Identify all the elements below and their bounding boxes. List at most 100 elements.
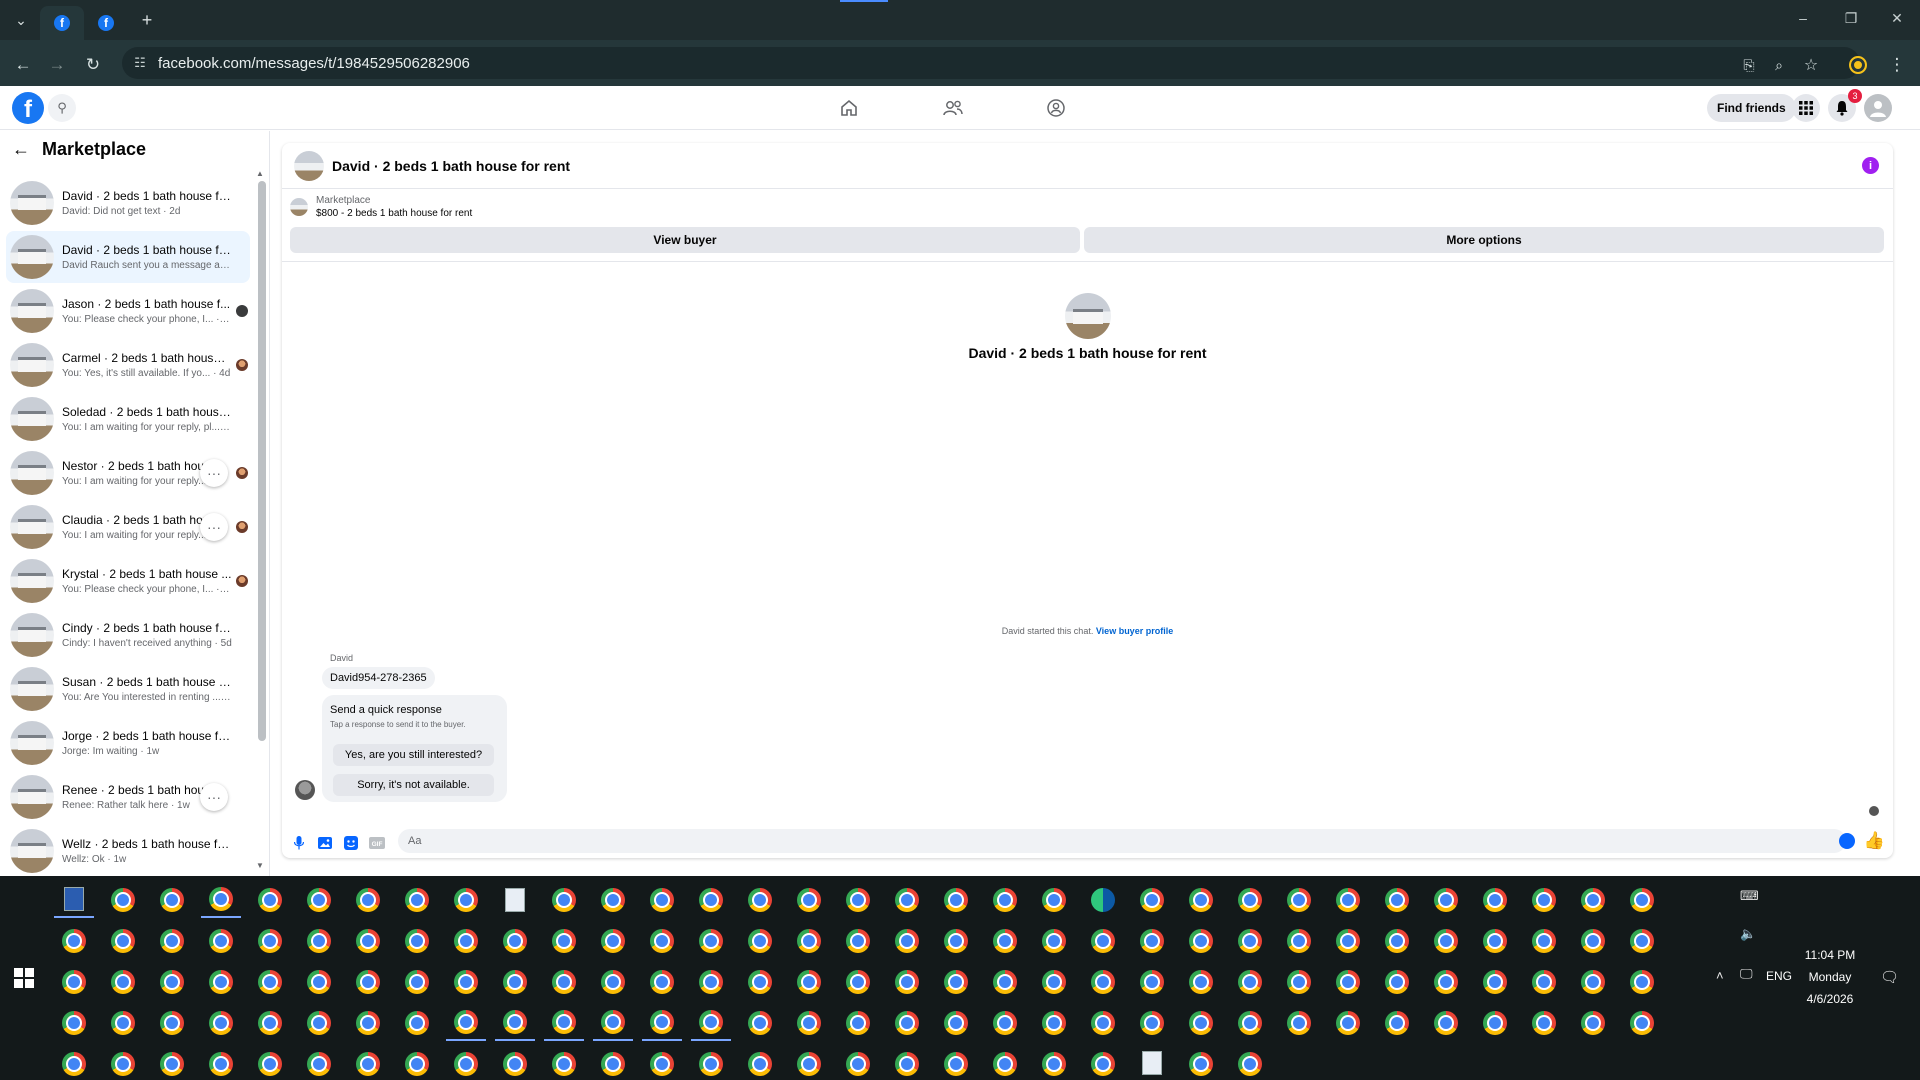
taskbar-app-button[interactable] [691,923,731,959]
emoji-icon[interactable] [1839,833,1855,849]
more-options-button[interactable]: More options [1084,227,1884,253]
taskbar-app-button[interactable] [1083,964,1123,1000]
taskbar-app-button[interactable] [1573,1005,1613,1041]
taskbar-app-button[interactable] [1083,882,1123,918]
chat-row[interactable]: Krystal · 2 beds 1 bath house ... You: Pl… [6,555,250,607]
taskbar-app-button[interactable] [1377,964,1417,1000]
taskbar-app-button[interactable] [1132,923,1172,959]
scroll-down-arrow-icon[interactable]: ▼ [256,861,264,870]
back-arrow-icon[interactable]: ← [12,139,36,160]
taskbar-app-button[interactable] [1475,964,1515,1000]
taskbar-app-button[interactable] [740,1046,780,1080]
taskbar-app-button[interactable] [887,923,927,959]
zoom-icon[interactable]: ⌕ [1766,52,1792,78]
friends-icon[interactable] [939,96,967,120]
taskbar-app-button[interactable] [1279,882,1319,918]
taskbar-app-button[interactable] [1083,1005,1123,1041]
taskbar-app-button[interactable] [593,882,633,918]
taskbar-app-button[interactable] [936,1046,976,1080]
taskbar-app-button[interactable] [1328,923,1368,959]
install-app-icon[interactable]: ⎘ [1736,52,1762,78]
taskbar-app-button[interactable] [250,1046,290,1080]
taskbar-app-button[interactable] [1426,882,1466,918]
taskbar-app-button[interactable] [103,882,143,918]
taskbar-app-button[interactable] [544,882,584,918]
taskbar-app-button[interactable] [936,1005,976,1041]
taskbar-app-button[interactable] [1475,923,1515,959]
address-url[interactable]: facebook.com/messages/t/1984529506282906 [158,55,470,72]
taskbar-app-button[interactable] [397,964,437,1000]
taskbar-app-button[interactable] [936,882,976,918]
taskbar-app-button[interactable] [495,964,535,1000]
taskbar-app-button[interactable] [789,1046,829,1080]
more-options-icon[interactable]: ··· [200,459,228,487]
taskbar-app-button[interactable] [299,923,339,959]
taskbar-app-button[interactable] [544,923,584,959]
minimize-button[interactable]: – [1788,10,1818,26]
reload-icon[interactable]: ↻ [80,52,106,78]
taskbar-app-button[interactable] [1181,923,1221,959]
taskbar-app-button[interactable] [887,964,927,1000]
taskbar-app-button[interactable] [691,1005,731,1041]
taskbar-app-button[interactable] [446,1046,486,1080]
taskbar-app-button[interactable] [1132,964,1172,1000]
taskbar-app-button[interactable] [1132,1005,1172,1041]
taskbar-app-button[interactable] [740,882,780,918]
taskbar-app-button[interactable] [397,1046,437,1080]
taskbar-app-button[interactable] [593,1005,633,1041]
taskbar-app-button[interactable] [54,964,94,1000]
restore-button[interactable]: ❐ [1836,10,1866,27]
taskbar-app-button[interactable] [1279,923,1319,959]
conversation-avatar[interactable] [294,150,324,181]
chat-row[interactable]: Jason · 2 beds 1 bath house f... You: Ple… [6,285,250,337]
taskbar-app-button[interactable] [1622,923,1662,959]
taskbar-app-button[interactable] [985,882,1025,918]
account-avatar[interactable] [1864,94,1892,122]
taskbar-app-button[interactable] [103,923,143,959]
taskbar-app-button[interactable] [1132,882,1172,918]
view-buyer-button[interactable]: View buyer [290,227,1080,253]
tab-facebook-active[interactable]: f [40,6,84,40]
taskbar-app-button[interactable] [936,923,976,959]
desktop-icon[interactable]: ⌨ [1740,888,1759,904]
taskbar-app-button[interactable] [299,964,339,1000]
chat-row[interactable]: Soledad · 2 beds 1 bath house f... You: I… [6,393,250,445]
taskbar-app-button[interactable] [446,1005,486,1041]
taskbar-app-button[interactable] [1475,882,1515,918]
taskbar-app-button[interactable] [642,1046,682,1080]
taskbar-app-button[interactable] [446,923,486,959]
find-friends-button[interactable]: Find friends [1707,94,1796,122]
tab-search-button[interactable]: ⌄ [8,8,34,32]
taskbar-app-button[interactable] [299,1005,339,1041]
profile-avatar-icon[interactable] [1849,56,1867,74]
taskbar-app-button[interactable] [446,964,486,1000]
address-bar[interactable]: ☷ facebook.com/messages/t/19845295062829… [122,47,1860,79]
taskbar-app-button[interactable] [1573,964,1613,1000]
new-tab-button[interactable]: + [134,8,160,32]
taskbar-app-button[interactable] [250,923,290,959]
taskbar-app-button[interactable] [495,882,535,918]
taskbar-app-button[interactable] [789,882,829,918]
taskbar-app-button[interactable] [1426,1005,1466,1041]
taskbar-app-button[interactable] [593,964,633,1000]
taskbar-app-button[interactable] [544,964,584,1000]
taskbar-app-button[interactable] [201,882,241,918]
quick-reply-interested-button[interactable]: Yes, are you still interested? [333,744,494,766]
taskbar-app-button[interactable] [838,964,878,1000]
sticker-icon[interactable] [342,834,360,852]
taskbar-app-button[interactable] [985,1046,1025,1080]
taskbar-app-button[interactable] [1328,1005,1368,1041]
taskbar-app-button[interactable] [642,1005,682,1041]
forward-arrow-icon[interactable]: → [44,52,70,78]
taskbar-app-button[interactable] [152,1005,192,1041]
taskbar-app-button[interactable] [103,1005,143,1041]
taskbar-app-button[interactable] [348,923,388,959]
taskbar-app-button[interactable] [1328,882,1368,918]
taskbar-app-button[interactable] [838,1046,878,1080]
taskbar-app-button[interactable] [1034,882,1074,918]
taskbar-app-button[interactable] [397,923,437,959]
taskbar-app-button[interactable] [642,923,682,959]
more-options-icon[interactable]: ··· [200,513,228,541]
taskbar-app-button[interactable] [1181,964,1221,1000]
taskbar-app-button[interactable] [1230,1046,1270,1080]
